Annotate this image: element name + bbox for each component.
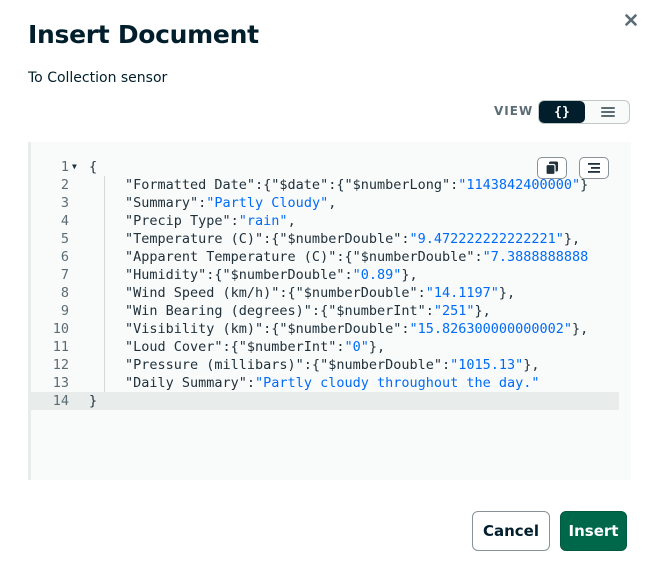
json-token: "Pressure (millibars)":{"$numberDouble": [125, 357, 451, 373]
view-label: VIEW [494, 104, 534, 118]
view-toggle: {} [538, 100, 630, 124]
code-lines: 1 ▼ {2 "Formatted Date":{"$date":{"$numberL… [31, 158, 631, 410]
line-number: 4 [60, 213, 69, 229]
line-number: 6 [60, 249, 69, 265]
json-token: "Visibility (km)":{"$numberDouble": [125, 321, 410, 337]
json-token: "Daily Summary": [125, 375, 256, 391]
json-token: }, [401, 267, 418, 283]
code-line: 12 "Pressure (millibars)":{"$numberDouble… [31, 356, 631, 374]
code-line: 13 "Daily Summary":"Partly cloudy through… [31, 374, 631, 392]
line-number: 10 [52, 321, 69, 337]
code-line: 8 "Wind Speed (km/h)":{"$numberDouble":"1… [31, 284, 631, 302]
format-button[interactable] [579, 157, 609, 179]
json-token: "Temperature (C)":{"$numberDouble": [125, 231, 410, 247]
json-token: "Wind Speed (km/h)":{"$numberDouble": [125, 285, 426, 301]
code-line: 4 "Precip Type":"rain", [31, 212, 631, 230]
line-number: 8 [60, 285, 69, 301]
json-string-value: "15.826300000000002" [409, 321, 573, 337]
json-token: "Formatted Date":{"$date":{"$numberLong"… [125, 177, 459, 193]
line-number: 3 [60, 195, 69, 211]
insert-button[interactable]: Insert [560, 511, 627, 551]
line-number: 1 [60, 159, 69, 175]
json-string-value: "0.89" [352, 267, 402, 283]
list-icon [600, 107, 615, 117]
json-token: "Precip Type": [125, 213, 239, 229]
json-token: "Summary": [125, 195, 207, 211]
code-text: "Pressure (millibars)":{"$numberDouble":… [125, 356, 540, 374]
copy-button[interactable] [537, 157, 567, 179]
json-token: "Apparent Temperature (C)":{"$numberDoub… [125, 249, 483, 265]
code-text: } [89, 392, 97, 410]
code-text: "Apparent Temperature (C)":{"$numberDoub… [125, 248, 588, 266]
json-token: , [287, 213, 296, 229]
code-text: "Loud Cover":{"$numberInt":"0"}, [125, 338, 385, 356]
close-button[interactable] [621, 10, 641, 30]
json-token: } [580, 177, 589, 193]
json-token: { [89, 159, 98, 175]
json-editor[interactable]: 1 ▼ {2 "Formatted Date":{"$date":{"$numberL… [28, 142, 631, 480]
json-token: "Humidity":{"$numberDouble": [125, 267, 353, 283]
line-number: 12 [52, 357, 69, 373]
line-number: 14 [52, 393, 69, 409]
copy-icon [545, 161, 558, 176]
json-view-label: {} [554, 104, 570, 120]
json-token: }, [498, 285, 516, 301]
json-token: }, [523, 357, 540, 373]
code-line: 14} [31, 392, 619, 410]
code-text: "Visibility (km)":{"$numberDouble":"15.8… [125, 320, 588, 338]
json-string-value: "Partly cloudy throughout the day." [255, 375, 540, 391]
json-string-value: "14.1197" [425, 285, 499, 301]
json-string-value: "7.3888888888 [482, 249, 589, 265]
json-string-value: "1143842400000" [458, 177, 581, 193]
json-token: } [89, 393, 98, 409]
json-string-value: "0" [344, 339, 369, 355]
code-text: "Formatted Date":{"$date":{"$numberLong"… [125, 176, 588, 194]
code-line: 5 "Temperature (C)":{"$numberDouble":"9.4… [31, 230, 631, 248]
json-token: }, [563, 231, 581, 247]
json-string-value: "9.472222222222221" [409, 231, 564, 247]
cancel-button[interactable]: Cancel [472, 511, 550, 551]
json-token: "Win Bearing (degrees)":{"$numberInt": [125, 303, 434, 319]
line-number: 2 [60, 177, 69, 193]
json-view-button[interactable]: {} [539, 101, 585, 123]
modal-title: Insert Document [28, 20, 259, 49]
code-text: { [89, 158, 97, 176]
json-string-value: "1015.13" [450, 357, 524, 373]
code-text: "Humidity":{"$numberDouble":"0.89"}, [125, 266, 418, 284]
line-number: 7 [60, 267, 69, 283]
json-string-value: "251" [433, 303, 475, 319]
code-text: "Temperature (C)":{"$numberDouble":"9.47… [125, 230, 580, 248]
code-line: 9 "Win Bearing (degrees)":{"$numberInt":"… [31, 302, 631, 320]
line-number: 11 [52, 339, 69, 355]
code-text: "Win Bearing (degrees)":{"$numberInt":"2… [125, 302, 491, 320]
json-token: }, [572, 321, 589, 337]
code-line: 11 "Loud Cover":{"$numberInt":"0"}, [31, 338, 631, 356]
code-line: 3 "Summary":"Partly Cloudy", [31, 194, 631, 212]
modal-subtitle: To Collection sensor [28, 70, 168, 86]
code-text: "Daily Summary":"Partly cloudy throughou… [125, 374, 540, 392]
json-string-value: "rain" [238, 213, 288, 229]
code-line: 7 "Humidity":{"$numberDouble":"0.89"}, [31, 266, 631, 284]
list-view-button[interactable] [585, 101, 630, 123]
line-number: 9 [60, 303, 69, 319]
format-icon [588, 163, 600, 173]
json-token: "Loud Cover":{"$numberInt": [125, 339, 345, 355]
json-token: , [328, 195, 337, 211]
json-string-value: "Partly Cloudy" [206, 195, 329, 211]
line-number: 13 [52, 375, 69, 391]
code-line: 10 "Visibility (km)":{"$numberDouble":"15… [31, 320, 631, 338]
json-token: }, [474, 303, 491, 319]
code-line: 6 "Apparent Temperature (C)":{"$numberDou… [31, 248, 631, 266]
code-text: "Summary":"Partly Cloudy", [125, 194, 336, 212]
json-token: }, [368, 339, 386, 355]
code-text: "Precip Type":"rain", [125, 212, 296, 230]
close-icon [625, 14, 637, 26]
fold-arrow-icon[interactable]: ▼ [72, 158, 77, 176]
line-number: 5 [60, 231, 69, 247]
code-text: "Wind Speed (km/h)":{"$numberDouble":"14… [125, 284, 515, 302]
